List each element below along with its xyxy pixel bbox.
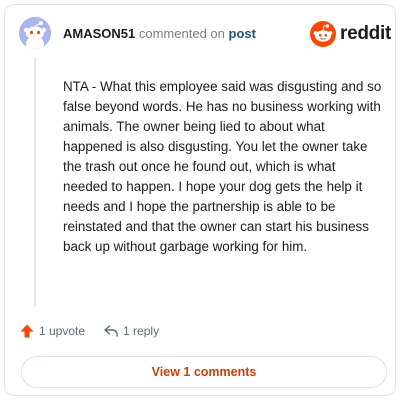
upvote-button[interactable]: 1 upvote xyxy=(19,323,85,339)
comment-header: AMASON51 commented on post xyxy=(63,25,256,43)
reply-count: 1 reply xyxy=(123,324,160,338)
comment-body: NTA - What this employee said was disgus… xyxy=(63,79,382,254)
snoo-avatar-icon xyxy=(19,17,51,49)
comment-actions: 1 upvote 1 reply xyxy=(19,321,159,341)
post-link[interactable]: post xyxy=(229,26,256,41)
reply-arrow-icon xyxy=(104,325,118,337)
reddit-snoo-icon xyxy=(310,21,336,47)
commented-on-text: commented on xyxy=(138,26,225,41)
username[interactable]: AMASON51 xyxy=(63,26,135,41)
reddit-wordmark: reddit xyxy=(340,23,391,44)
reply-button[interactable]: 1 reply xyxy=(103,323,159,339)
view-comments-button[interactable]: View 1 comments xyxy=(21,356,387,388)
comment-card: AMASON51 commented on post reddit NTA - … xyxy=(4,4,396,396)
upvote-count: 1 upvote xyxy=(39,324,86,338)
upvote-arrow-icon xyxy=(20,324,34,338)
reddit-logo[interactable]: reddit xyxy=(310,20,391,48)
thread-line xyxy=(34,57,36,307)
avatar[interactable] xyxy=(19,17,51,49)
